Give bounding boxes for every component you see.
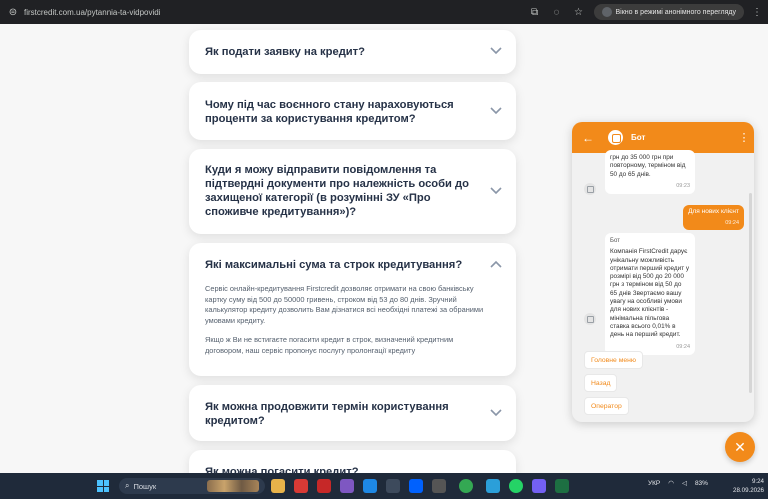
app-icon[interactable] [386,479,400,493]
system-tray: УКР ◠ ◁ 83% [648,479,708,488]
telegram-icon[interactable] [486,479,500,493]
chat-title: Бот [631,133,646,142]
taskbar-search[interactable]: ⌕ Пошук [119,478,265,494]
incognito-badge[interactable]: Вікно в режимі анонімного перегляду [593,4,744,20]
bot-avatar-icon [584,313,596,325]
volume-icon[interactable]: ◁ [682,479,687,487]
browser-menu-icon[interactable]: ⋮ [752,7,762,18]
message-time: 09:24 [725,220,739,226]
faq-answer-paragraph: Сервіс онлайн-кредитування Firstcredit д… [205,284,484,325]
chevron-down-icon[interactable] [490,409,502,419]
user-message: Для нових клієнт 09:24 [683,205,744,230]
bot-message: грн до 35 000 грн при повторному, термін… [605,150,695,195]
faq-question: Як можна погасити кредит? [205,466,359,473]
more-vert-icon[interactable]: ⋮ [734,131,754,144]
browser-toolbar: ⊜ firstcredit.com.ua/pytannia-ta-vidpovi… [0,0,768,24]
bot-avatar-icon [608,130,623,145]
bot-avatar-icon [584,183,596,195]
chat-button-back[interactable]: Назад [584,374,618,392]
faq-question: Куди я можу відправити повідомлення та п… [205,164,469,218]
message-text: грн до 35 000 грн при повторному, термін… [610,154,686,178]
faq-item[interactable]: Як можна погасити кредит? [189,450,516,473]
faq-item[interactable]: Чому під час воєнного стану нараховуютьс… [189,82,516,140]
message-time: 09:24 [676,343,690,350]
back-arrow-icon[interactable]: ← [576,131,600,145]
faq-item[interactable]: Як подати заявку на кредит? [189,30,516,74]
wifi-icon[interactable]: ◠ [668,479,674,487]
excel-icon[interactable] [555,479,569,493]
app-icon[interactable] [432,479,446,493]
search-placeholder: Пошук [133,481,157,491]
site-info-icon[interactable]: ⊜ [6,7,20,18]
taskbar: ⌕ Пошук УКР ◠ ◁ 83% 9:24 28.09.2026 [0,473,768,499]
clock-time: 9:24 [751,478,764,485]
close-icon[interactable]: ✕ [725,432,755,462]
bot-message: Бот Компанія FirstCredit дарує унікальну… [605,233,695,355]
clock-date: 28.09.2026 [733,487,764,494]
chat-button-main-menu[interactable]: Головне меню [584,351,644,369]
faq-item[interactable]: Куди я можу відправити повідомлення та п… [189,149,516,234]
faq-question: Які максимальні сума та строк кредитуван… [205,259,463,271]
message-sender: Бот [610,238,620,244]
chat-scrollbar[interactable] [749,193,752,393]
chevron-down-icon[interactable] [490,187,502,197]
chevron-up-icon[interactable] [490,260,502,270]
chat-messages[interactable]: грн до 35 000 грн при повторному, термін… [572,150,754,422]
search-highlight-image [207,480,259,492]
faq-question: Як можна продовжити термін користування … [205,401,449,427]
incognito-icon [601,7,612,17]
search-icon: ⌕ [125,481,130,490]
message-text: Для нових клієнт [688,208,739,215]
faq-item-expanded[interactable]: Які максимальні сума та строк кредитуван… [189,243,516,376]
faq-question: Як подати заявку на кредит? [205,46,365,58]
opera-icon[interactable] [294,479,308,493]
faq-answer-paragraph: Якщо ж Ви не встигаєте погасити кредит в… [205,335,454,355]
message-time: 09:23 [676,182,690,189]
eye-off-icon[interactable]: ◌ [550,7,564,18]
faq-question: Чому під час воєнного стану нараховуютьс… [205,99,454,125]
file-explorer-icon[interactable] [271,479,285,493]
viber-icon[interactable] [532,479,546,493]
bookmark-star-icon[interactable]: ☆ [572,7,586,18]
whatsapp-icon[interactable] [509,479,523,493]
dropbox-icon[interactable] [409,479,423,493]
battery-level[interactable]: 83% [695,480,708,487]
chevron-down-icon[interactable] [490,47,502,57]
incognito-label: Вікно в режимі анонімного перегляду [615,8,736,16]
edge-icon[interactable] [363,479,377,493]
address-bar[interactable]: firstcredit.com.ua/pytannia-ta-vidpovidi [24,8,528,17]
app-l-icon[interactable] [317,479,331,493]
windows-start-icon[interactable] [97,480,109,492]
faq-item[interactable]: Як можна продовжити термін користування … [189,385,516,441]
chat-button-operator[interactable]: Оператор [584,397,629,415]
translate-icon[interactable]: ⧉ [528,7,542,18]
system-clock[interactable]: 9:24 28.09.2026 [728,477,764,495]
chrome-icon[interactable] [459,479,473,493]
message-text: Компанія FirstCredit дарує унікальну мож… [610,248,690,339]
app-icon[interactable] [340,479,354,493]
toolbar-right: ⧉ ◌ ☆ Вікно в режимі анонімного перегляд… [528,4,762,20]
chat-widget: ← Бот ⋮ грн до 35 000 грн при повторному… [572,122,754,422]
keyboard-language[interactable]: УКР [648,480,660,487]
chevron-down-icon[interactable] [490,107,502,117]
chat-header: ← Бот ⋮ [572,122,754,153]
